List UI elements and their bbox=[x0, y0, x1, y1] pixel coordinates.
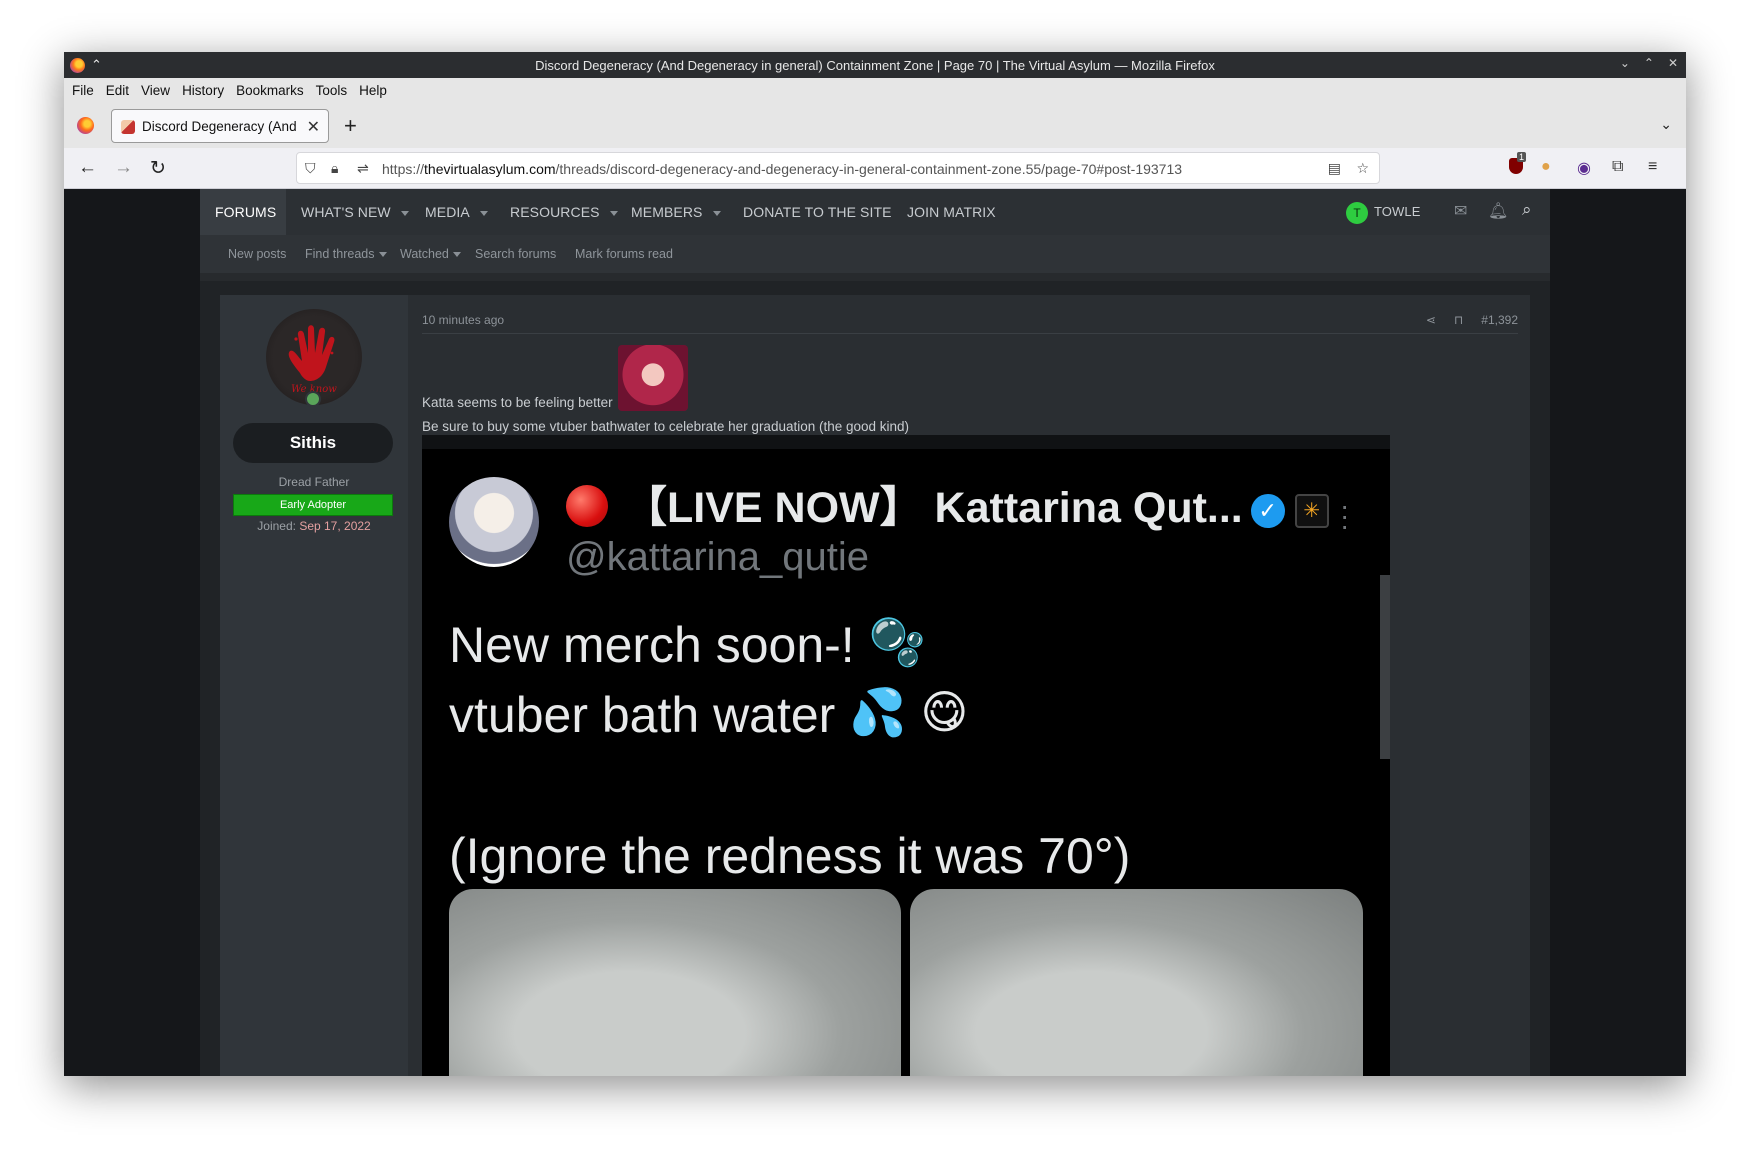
extension-icon[interactable]: ● bbox=[1541, 158, 1551, 176]
user-title: Dread Father bbox=[278, 475, 350, 489]
address-bar[interactable]: ⛉ 🔒︎ ⇌ https://thevirtualasylum.com/thre… bbox=[296, 152, 1380, 184]
nav-media[interactable]: MEDIA bbox=[425, 204, 488, 220]
subnav-find-threads[interactable]: Find threads bbox=[305, 247, 388, 261]
user-avatar[interactable]: T bbox=[1346, 202, 1368, 224]
new-tab-icon[interactable]: + bbox=[344, 113, 357, 139]
divider bbox=[422, 333, 1518, 334]
media-dropdown-icon[interactable] bbox=[479, 210, 488, 216]
sidebar-pointer bbox=[408, 331, 416, 347]
share-icon[interactable]: ⋖ bbox=[1426, 313, 1436, 327]
bookmark-icon[interactable]: ⊓ bbox=[1454, 313, 1463, 327]
app-menu-icon[interactable]: ≡ bbox=[1648, 158, 1657, 176]
tab-bar: Discord Degeneracy (And De ✕ + ⌄ bbox=[64, 104, 1686, 148]
extensions-puzzle-icon[interactable]: ⧉ bbox=[1612, 158, 1623, 176]
whats-new-dropdown-icon[interactable] bbox=[400, 210, 409, 216]
sweat-droplets-emoji-icon: 💦 bbox=[849, 686, 907, 738]
tab-close-icon[interactable]: ✕ bbox=[307, 117, 320, 137]
online-status-icon bbox=[305, 391, 321, 407]
tweet-image-2[interactable] bbox=[910, 889, 1363, 1076]
menu-bar: File Edit View History Bookmarks Tools Help bbox=[64, 78, 1686, 104]
menu-edit[interactable]: Edit bbox=[106, 83, 129, 98]
ublock-extension-icon[interactable]: 1 bbox=[1509, 152, 1527, 174]
site-favicon-icon bbox=[121, 120, 135, 134]
title-bar: ⌃ Discord Degeneracy (And Degeneracy in … bbox=[64, 52, 1686, 78]
nav-donate[interactable]: DONATE TO THE SITE bbox=[743, 204, 892, 220]
search-icon[interactable]: ⌕ bbox=[1522, 200, 1532, 220]
forum-container: FORUMS WHAT'S NEW MEDIA RESOURCES MEMBER… bbox=[200, 189, 1550, 1076]
subnav-new-posts[interactable]: New posts bbox=[228, 247, 286, 261]
post-text-line-2: Be sure to buy some vtuber bathwater to … bbox=[422, 419, 910, 434]
menu-bookmarks[interactable]: Bookmarks bbox=[236, 83, 304, 98]
inbox-icon[interactable]: ✉ bbox=[1454, 201, 1468, 221]
resources-dropdown-icon[interactable] bbox=[609, 210, 618, 216]
post-number[interactable]: #1,392 bbox=[1481, 313, 1518, 327]
tweet-author-avatar[interactable] bbox=[449, 477, 539, 567]
joined-info: Joined: Sep 17, 2022 bbox=[257, 519, 371, 533]
tweet-embed[interactable]: 【LIVE NOW】 Kattarina Qut... ✓ ✳ @kattarina… bbox=[422, 435, 1390, 1076]
verified-badge-icon: ✓ bbox=[1250, 494, 1285, 528]
find-threads-dropdown-icon[interactable] bbox=[379, 252, 388, 258]
tab-title: Discord Degeneracy (And De bbox=[142, 119, 300, 134]
forum-post: We know Sithis Dread Father Early Adopte… bbox=[220, 295, 1530, 1076]
menu-history[interactable]: History bbox=[182, 83, 224, 98]
forward-icon[interactable]: → bbox=[114, 157, 133, 179]
window-title: Discord Degeneracy (And Degeneracy in ge… bbox=[535, 58, 1215, 73]
privacy-extension-icon[interactable]: ◉ bbox=[1577, 158, 1591, 178]
members-dropdown-icon[interactable] bbox=[712, 210, 721, 216]
menu-tools[interactable]: Tools bbox=[316, 83, 348, 98]
lock-icon[interactable]: 🔒︎ bbox=[331, 160, 338, 177]
list-all-tabs-icon[interactable]: ⌄ bbox=[1660, 116, 1672, 133]
nav-members[interactable]: MEMBERS bbox=[631, 204, 721, 220]
forum-sub-nav: New posts Find threads Watched Search fo… bbox=[200, 235, 1550, 281]
menu-help[interactable]: Help bbox=[359, 83, 387, 98]
web-page: FORUMS WHAT'S NEW MEDIA RESOURCES MEMBER… bbox=[64, 189, 1686, 1076]
menu-view[interactable]: View bbox=[141, 83, 170, 98]
bookmark-star-icon[interactable]: ☆ bbox=[1356, 160, 1369, 177]
forum-main-nav: FORUMS WHAT'S NEW MEDIA RESOURCES MEMBER… bbox=[200, 189, 1550, 235]
subnav-mark-forums-read[interactable]: Mark forums read bbox=[575, 247, 673, 261]
embed-scrollbar[interactable] bbox=[1380, 575, 1390, 759]
emote-sticker-image bbox=[618, 345, 688, 411]
tweet-text-line-3: (Ignore the redness it was 70°) bbox=[449, 828, 1131, 884]
browser-window: ⌃ Discord Degeneracy (And Degeneracy in … bbox=[64, 52, 1686, 1076]
back-icon[interactable]: ← bbox=[78, 157, 97, 179]
affiliate-badge-icon: ✳ bbox=[1294, 494, 1329, 528]
nav-whats-new[interactable]: WHAT'S NEW bbox=[301, 204, 409, 220]
firefox-view-icon[interactable] bbox=[77, 117, 94, 134]
nav-resources[interactable]: RESOURCES bbox=[510, 204, 618, 220]
tweet-image-1[interactable] bbox=[449, 889, 901, 1076]
maximize-icon[interactable]: ⌃ bbox=[1644, 56, 1654, 70]
url-text[interactable]: https://thevirtualasylum.com/threads/dis… bbox=[382, 161, 1182, 177]
tweet-author-handle[interactable]: @kattarina_qutie bbox=[566, 535, 869, 580]
reload-icon[interactable]: ↻ bbox=[150, 157, 166, 180]
tab-active[interactable]: Discord Degeneracy (And De ✕ bbox=[111, 109, 329, 143]
post-author-name[interactable]: Sithis bbox=[233, 423, 393, 463]
reader-view-icon[interactable]: ▤ bbox=[1328, 160, 1341, 177]
red-circle-icon bbox=[566, 485, 608, 527]
subnav-watched[interactable]: Watched bbox=[400, 247, 461, 261]
tracking-protection-shield-icon[interactable]: ⛉ bbox=[305, 160, 316, 177]
navigation-toolbar: ← → ↻ ⛉ 🔒︎ ⇌ https://thevirtualasylum.co… bbox=[64, 148, 1686, 189]
post-user-sidebar: We know Sithis Dread Father Early Adopte… bbox=[220, 295, 408, 1076]
nav-forums[interactable]: FORUMS bbox=[215, 204, 276, 220]
menu-file[interactable]: File bbox=[72, 83, 94, 98]
nav-username[interactable]: TOWLE bbox=[1374, 204, 1421, 219]
yum-face-emoji-icon: 😋 bbox=[920, 686, 969, 738]
tweet-text-line-2: vtuber bath water 💦 😋 bbox=[449, 686, 969, 743]
minimize-icon[interactable]: ⌄ bbox=[1620, 56, 1630, 70]
tweet-text-line-1: New merch soon-! 🫧 bbox=[449, 616, 926, 673]
close-window-icon[interactable]: ✕ bbox=[1668, 56, 1678, 70]
post-text-line-1: Katta seems to be feeling better bbox=[422, 395, 613, 410]
tweet-more-options-icon[interactable]: · · · bbox=[1340, 492, 1349, 540]
permissions-icon[interactable]: ⇌ bbox=[357, 160, 369, 177]
nav-join-matrix[interactable]: JOIN MATRIX bbox=[907, 204, 996, 220]
subnav-search-forums[interactable]: Search forums bbox=[475, 247, 556, 261]
bubbles-emoji-icon: 🫧 bbox=[868, 616, 926, 668]
alerts-bell-icon[interactable]: 🔔︎ bbox=[1488, 201, 1508, 221]
user-banner: Early Adopter bbox=[233, 494, 393, 516]
tweet-author-name[interactable]: 【LIVE NOW】 Kattarina Qut... ✓ ✳ bbox=[566, 473, 1329, 535]
watched-dropdown-icon[interactable] bbox=[452, 252, 461, 258]
post-timestamp[interactable]: 10 minutes ago bbox=[422, 313, 504, 327]
ublock-badge: 1 bbox=[1517, 152, 1527, 162]
